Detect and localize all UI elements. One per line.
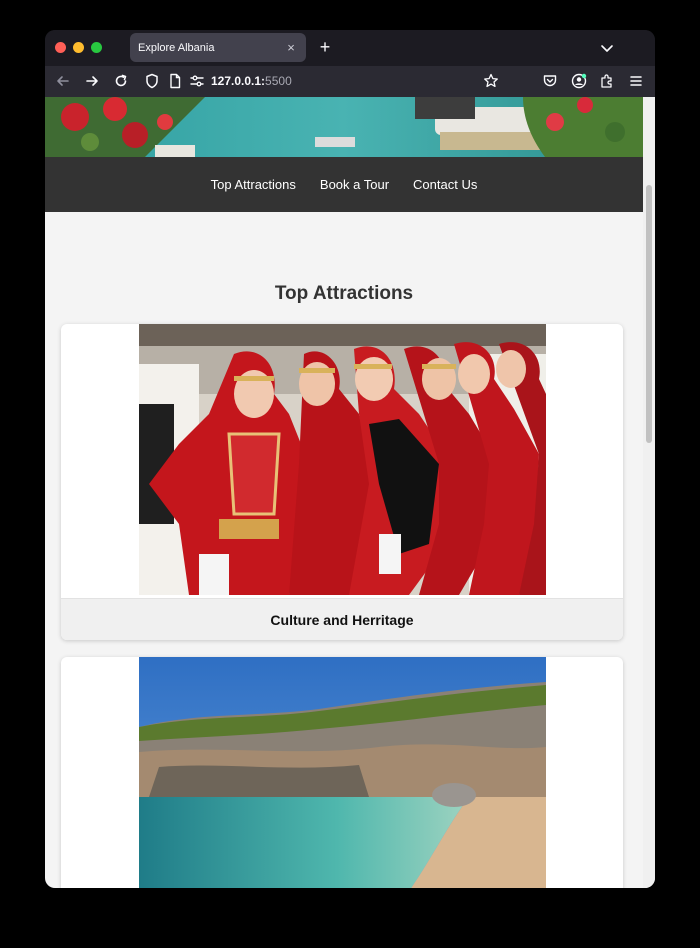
forward-icon[interactable]: [83, 72, 101, 90]
bookmark-star-icon[interactable]: [482, 72, 500, 90]
url-port: 5500: [265, 74, 292, 88]
section-title: Top Attractions: [274, 283, 414, 304]
page-viewport: Top Attractions Book a Tour Contact Us T…: [45, 97, 655, 888]
attraction-card[interactable]: Culture and Herritage: [61, 324, 623, 640]
page-content: Top Attractions Book a Tour Contact Us T…: [45, 97, 643, 888]
attraction-card[interactable]: [61, 657, 623, 888]
reload-icon[interactable]: [112, 72, 130, 90]
url-field[interactable]: 127.0.0.1:5500: [211, 74, 292, 88]
permissions-icon[interactable]: [188, 72, 206, 90]
tab-explore-albania[interactable]: Explore Albania ×: [130, 33, 306, 62]
nav-top-attractions-link[interactable]: Top Attractions: [211, 177, 296, 192]
page-icon[interactable]: [166, 72, 184, 90]
close-window-button[interactable]: [55, 42, 66, 53]
account-icon[interactable]: [570, 72, 588, 90]
tab-title: Explore Albania: [138, 41, 215, 54]
nav-contact-us-link[interactable]: Contact Us: [413, 177, 477, 192]
nav-book-a-tour-link[interactable]: Book a Tour: [320, 177, 389, 192]
shield-icon[interactable]: [143, 72, 161, 90]
minimize-window-button[interactable]: [73, 42, 84, 53]
pocket-icon[interactable]: [541, 72, 559, 90]
tab-list-chevron-icon[interactable]: [597, 38, 617, 58]
url-host: 127.0.0.1:: [211, 74, 266, 88]
card-caption: Culture and Herritage: [61, 598, 623, 640]
new-tab-button[interactable]: +: [315, 36, 335, 58]
coastal-beach-photo: [139, 657, 546, 888]
menu-icon[interactable]: [627, 72, 645, 90]
scrollbar-thumb[interactable]: [646, 185, 652, 443]
back-icon[interactable]: [54, 72, 72, 90]
browser-window: Explore Albania × + 127.0.0.1:5500 Top A…: [45, 30, 655, 888]
navigation-toolbar: 127.0.0.1:5500: [45, 66, 655, 97]
tab-close-icon[interactable]: ×: [284, 40, 298, 55]
site-navigation: Top Attractions Book a Tour Contact Us: [45, 157, 643, 212]
tab-strip: Explore Albania × +: [45, 30, 655, 66]
maximize-window-button[interactable]: [91, 42, 102, 53]
folk-dancers-photo: [139, 324, 546, 595]
hero-banner-image: [45, 97, 643, 157]
scrollbar[interactable]: [643, 97, 655, 888]
extensions-icon[interactable]: [598, 72, 616, 90]
